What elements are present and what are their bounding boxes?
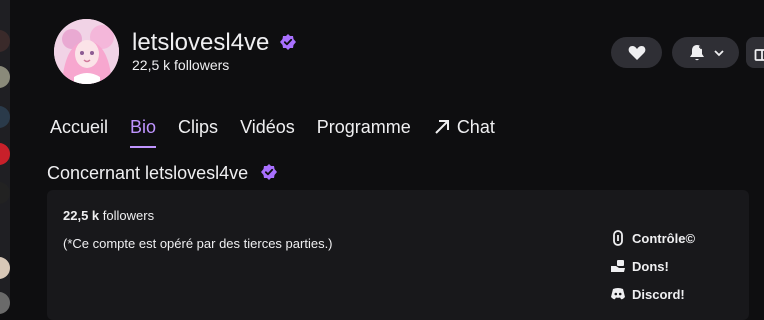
notifications-button[interactable] (672, 37, 739, 68)
follow-button[interactable] (611, 37, 662, 68)
tab-schedule[interactable]: Programme (317, 116, 411, 148)
link-icon (610, 230, 626, 246)
social-link-dons[interactable]: Dons! (610, 252, 695, 280)
channel-name: letslovesl4ve (132, 29, 269, 57)
heart-icon (628, 45, 646, 61)
tab-clips[interactable]: Clips (178, 116, 218, 148)
social-links: Contrôle© Dons! Discord! (610, 224, 695, 308)
external-arrow-icon (433, 118, 451, 136)
tab-chat-label: Chat (457, 116, 495, 138)
bell-icon (688, 44, 706, 62)
chevron-down-icon (714, 49, 724, 57)
follower-count: 22,5 k followers (132, 57, 229, 73)
channel-avatar[interactable] (54, 19, 119, 84)
gift-sub-button[interactable] (746, 37, 764, 68)
about-heading: Concernant letslovesl4ve (47, 162, 248, 184)
verified-badge-icon (280, 34, 296, 50)
about-description: (*Ce compte est opéré par des tierces pa… (63, 236, 333, 251)
social-link-discord[interactable]: Discord! (610, 280, 695, 308)
about-panel: 22,5 k followers (*Ce compte est opéré p… (47, 190, 749, 320)
gift-icon (754, 45, 764, 61)
tab-chat[interactable]: Chat (433, 116, 495, 148)
donation-icon (610, 258, 626, 274)
tab-videos[interactable]: Vidéos (240, 116, 295, 148)
tab-home[interactable]: Accueil (50, 116, 108, 148)
verified-badge-icon (261, 164, 277, 180)
tab-bio[interactable]: Bio (130, 116, 156, 148)
about-follower-count: 22,5 k followers (63, 208, 154, 223)
social-link-controle[interactable]: Contrôle© (610, 224, 695, 252)
discord-icon (610, 286, 626, 302)
channel-tabs: Accueil Bio Clips Vidéos Programme Chat (50, 116, 517, 148)
